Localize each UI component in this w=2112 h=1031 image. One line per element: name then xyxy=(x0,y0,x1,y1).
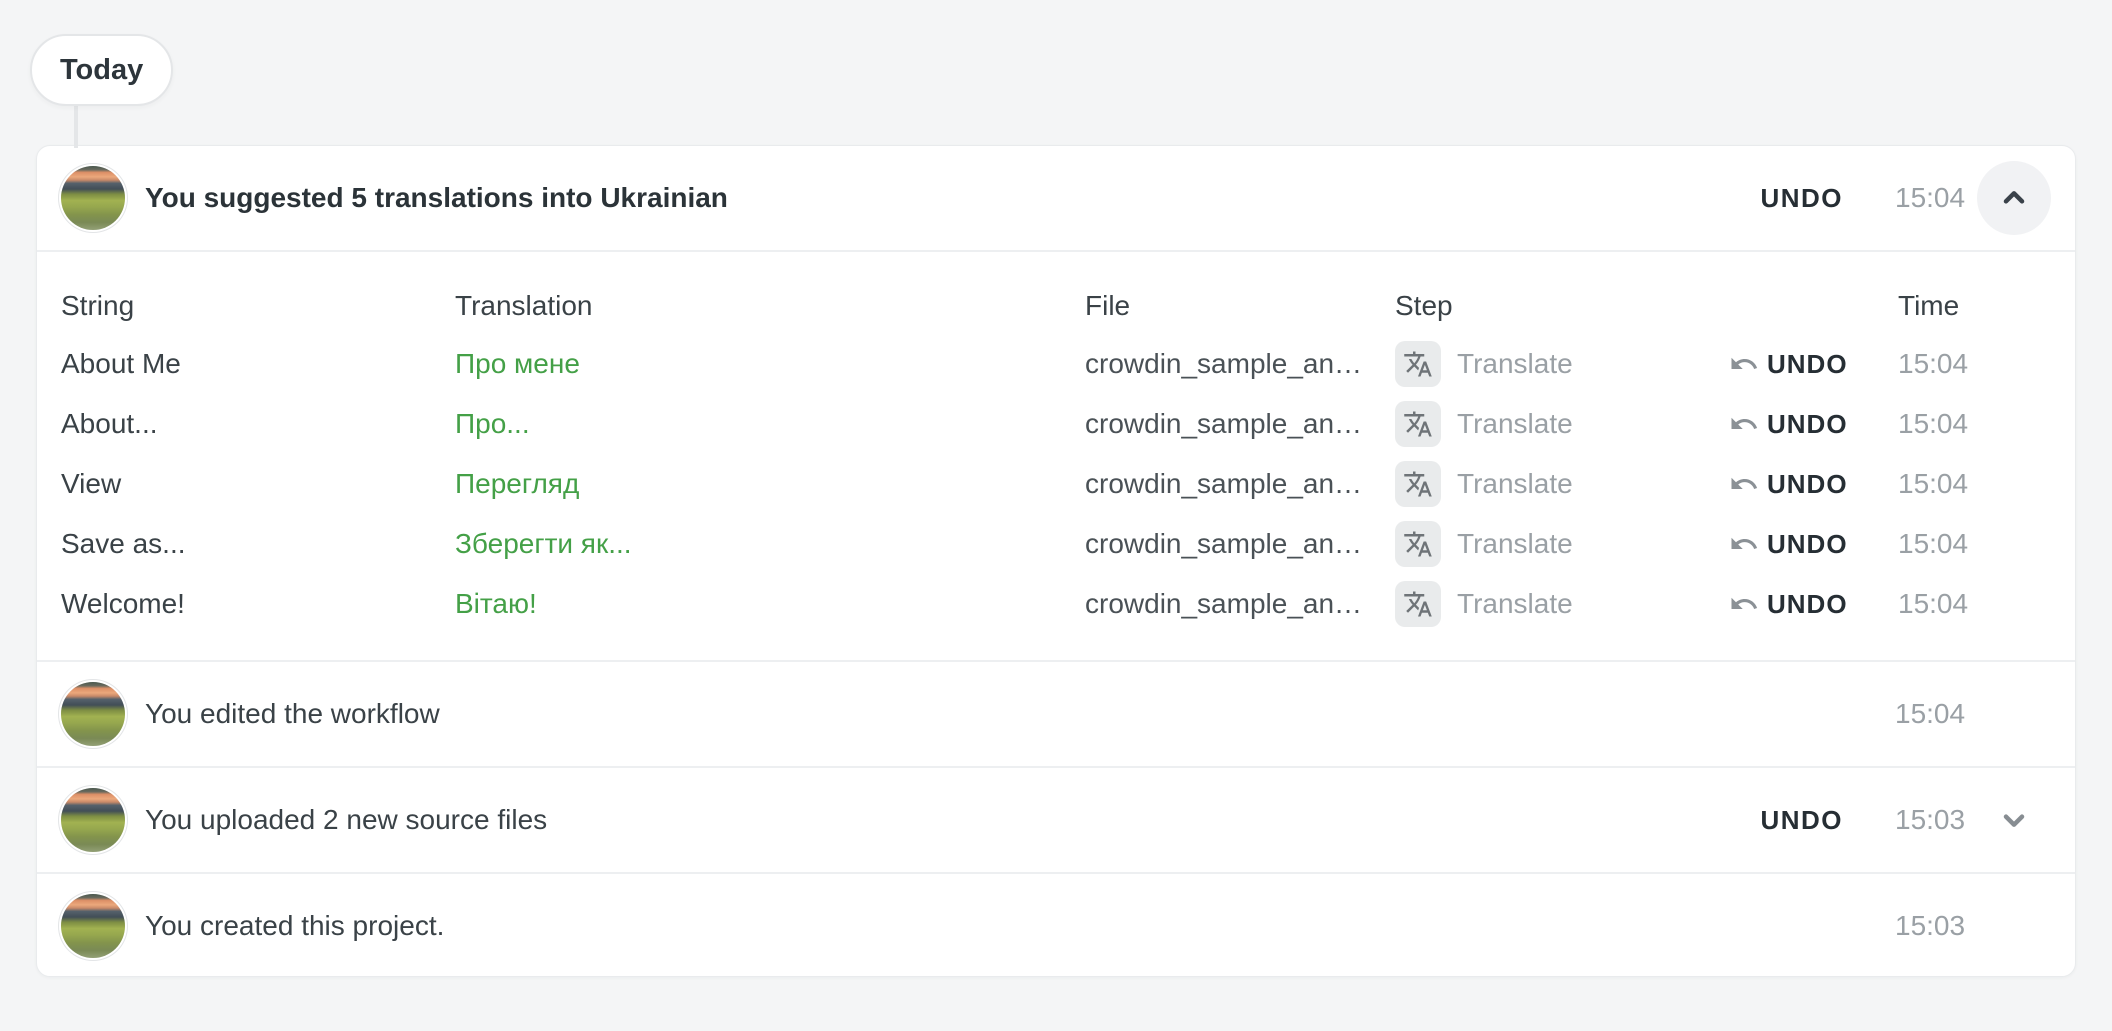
translate-icon xyxy=(1395,581,1441,627)
step-label: Translate xyxy=(1457,468,1573,500)
table-row: Welcome! Вітаю! crowdin_sample_an… Trans… xyxy=(61,574,2051,634)
column-header-file: File xyxy=(1085,290,1395,322)
file-cell: crowdin_sample_an… xyxy=(1085,588,1395,620)
undo-row-label: UNDO xyxy=(1767,529,1848,560)
undo-button[interactable]: UNDO xyxy=(1760,805,1843,836)
translation-cell: Про мене xyxy=(455,348,1085,380)
row-actions: UNDO 15:04 xyxy=(1760,161,2051,235)
undo-row-label: UNDO xyxy=(1767,409,1848,440)
avatar xyxy=(61,166,125,230)
table-row: View Перегляд crowdin_sample_an… Transla… xyxy=(61,454,2051,514)
undo-row-label: UNDO xyxy=(1767,349,1848,380)
column-header-translation: Translation xyxy=(455,290,1085,322)
undo-arrow-icon xyxy=(1729,469,1759,499)
activity-title: You created this project. xyxy=(145,910,444,942)
chevron-up-icon xyxy=(1998,182,2030,214)
activity-row-created: You created this project. UNDO 15:03 xyxy=(37,874,2075,977)
step-cell: Translate xyxy=(1395,581,1729,627)
time-cell: 15:04 xyxy=(1898,588,2051,620)
translation-cell: Вітаю! xyxy=(455,588,1085,620)
avatar xyxy=(61,682,125,746)
string-cell: About Me xyxy=(61,348,455,380)
table-header-row: String Translation File Step Time xyxy=(61,278,2051,334)
activity-title: You suggested 5 translations into Ukrain… xyxy=(145,182,728,214)
undo-row-button[interactable]: UNDO xyxy=(1729,409,1848,440)
translate-icon xyxy=(1395,401,1441,447)
table-row: Save as... Зберегти як... crowdin_sample… xyxy=(61,514,2051,574)
chevron-down-icon xyxy=(1998,804,2030,836)
file-cell: crowdin_sample_an… xyxy=(1085,468,1395,500)
translation-cell: Зберегти як... xyxy=(455,528,1085,560)
undo-arrow-icon xyxy=(1729,409,1759,439)
timestamp: 15:03 xyxy=(1895,910,1967,942)
file-cell: crowdin_sample_an… xyxy=(1085,528,1395,560)
undo-row-label: UNDO xyxy=(1767,589,1848,620)
string-cell: Save as... xyxy=(61,528,455,560)
column-header-step: Step xyxy=(1395,290,1729,322)
translation-cell: Про... xyxy=(455,408,1085,440)
activity-row-suggested: You suggested 5 translations into Ukrain… xyxy=(37,146,2075,250)
undo-arrow-icon xyxy=(1729,529,1759,559)
string-cell: Welcome! xyxy=(61,588,455,620)
translations-table: String Translation File Step Time About … xyxy=(37,252,2075,660)
translate-icon xyxy=(1395,341,1441,387)
row-actions: UNDO 15:03 xyxy=(1760,889,2051,963)
undo-row-button[interactable]: UNDO xyxy=(1729,349,1848,380)
collapse-button[interactable] xyxy=(1977,161,2051,235)
step-cell: Translate xyxy=(1395,461,1729,507)
undo-row-label: UNDO xyxy=(1767,469,1848,500)
table-row: About Me Про мене crowdin_sample_an… Tra… xyxy=(61,334,2051,394)
undo-arrow-icon xyxy=(1729,349,1759,379)
step-cell: Translate xyxy=(1395,401,1729,447)
translate-icon xyxy=(1395,461,1441,507)
timestamp: 15:04 xyxy=(1895,182,1967,214)
timestamp: 15:04 xyxy=(1895,698,1967,730)
timeline-connector xyxy=(74,104,78,148)
file-cell: crowdin_sample_an… xyxy=(1085,348,1395,380)
avatar xyxy=(61,894,125,958)
step-label: Translate xyxy=(1457,528,1573,560)
undo-row-button[interactable]: UNDO xyxy=(1729,589,1848,620)
time-cell: 15:04 xyxy=(1898,408,2051,440)
time-cell: 15:04 xyxy=(1898,348,2051,380)
activity-title: You uploaded 2 new source files xyxy=(145,804,547,836)
time-cell: 15:04 xyxy=(1898,528,2051,560)
undo-button[interactable]: UNDO xyxy=(1760,183,1843,214)
undo-row-button[interactable]: UNDO xyxy=(1729,469,1848,500)
row-actions: UNDO 15:04 xyxy=(1760,677,2051,751)
step-label: Translate xyxy=(1457,588,1573,620)
column-header-string: String xyxy=(61,290,455,322)
time-cell: 15:04 xyxy=(1898,468,2051,500)
activity-row-uploaded: You uploaded 2 new source files UNDO 15:… xyxy=(37,768,2075,872)
timestamp: 15:03 xyxy=(1895,804,1967,836)
activity-title: You edited the workflow xyxy=(145,698,440,730)
file-cell: crowdin_sample_an… xyxy=(1085,408,1395,440)
translate-icon xyxy=(1395,521,1441,567)
translation-cell: Перегляд xyxy=(455,468,1085,500)
column-header-time: Time xyxy=(1898,290,2051,322)
step-label: Translate xyxy=(1457,348,1573,380)
step-label: Translate xyxy=(1457,408,1573,440)
string-cell: View xyxy=(61,468,455,500)
activity-row-edited: You edited the workflow UNDO 15:04 xyxy=(37,662,2075,766)
step-cell: Translate xyxy=(1395,341,1729,387)
table-row: About... Про... crowdin_sample_an… Trans… xyxy=(61,394,2051,454)
string-cell: About... xyxy=(61,408,455,440)
row-actions: UNDO 15:03 xyxy=(1760,783,2051,857)
undo-arrow-icon xyxy=(1729,589,1759,619)
step-cell: Translate xyxy=(1395,521,1729,567)
undo-row-button[interactable]: UNDO xyxy=(1729,529,1848,560)
activity-card: You suggested 5 translations into Ukrain… xyxy=(36,145,2076,977)
date-badge: Today xyxy=(30,34,173,106)
avatar xyxy=(61,788,125,852)
expand-button[interactable] xyxy=(1977,783,2051,857)
